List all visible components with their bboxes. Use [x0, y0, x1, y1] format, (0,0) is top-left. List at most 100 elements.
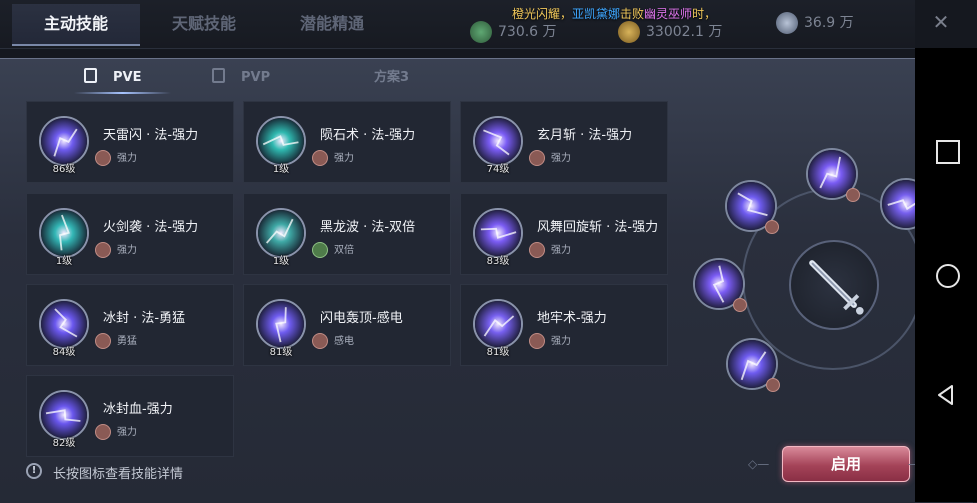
broadcast-suffix: 时， — [692, 7, 717, 21]
ice-blood-skill-icon[interactable] — [39, 390, 89, 440]
skill-level: 82级 — [52, 438, 76, 449]
skill-tag-label: 强力 — [551, 245, 571, 256]
subtab-pvp-label: PVP — [241, 70, 271, 85]
skill-tag: 强力 — [529, 333, 571, 351]
tag-emblem-icon — [95, 333, 111, 349]
skill-tag-label: 强力 — [551, 336, 571, 347]
hint-text: 长按图标查看技能详情 — [53, 467, 184, 482]
tab-talent-skills[interactable]: 天赋技能 — [140, 4, 268, 44]
skill-tag-label: 强力 — [117, 153, 137, 164]
ice-seal-skill-icon[interactable] — [39, 299, 89, 349]
subtab-pve[interactable]: PVE — [70, 64, 200, 94]
tag-emblem-icon — [95, 424, 111, 440]
skill-card[interactable]: 83级 风舞回旋斩 · 法-强力强力 — [460, 193, 668, 275]
home-icon[interactable] — [936, 264, 960, 288]
document-icon — [84, 68, 97, 83]
tag-emblem-icon — [95, 150, 111, 166]
subtab-pve-label: PVE — [113, 70, 142, 85]
subtab-plan3[interactable]: 方案3 — [374, 64, 409, 94]
skill-level: 1级 — [272, 164, 290, 175]
resource-crystal-value: 36.9 万 — [804, 15, 854, 31]
crescent-skill-icon[interactable] — [473, 116, 523, 166]
skill-level: 83级 — [486, 256, 510, 267]
skill-name: 黑龙波 · 法-双倍 — [320, 220, 416, 235]
skill-card[interactable]: 1级 黑龙波 · 法-双倍双倍 — [243, 193, 451, 275]
skill-tag: 双倍 — [312, 242, 354, 260]
skill-level: 1级 — [272, 256, 290, 267]
crystal-icon — [776, 12, 798, 34]
skill-tag-label: 强力 — [551, 153, 571, 164]
skill-card[interactable]: 81级 地牢术-强力强力 — [460, 284, 668, 366]
skill-tag: 强力 — [95, 242, 137, 260]
tag-emblem-icon — [529, 242, 545, 258]
skill-level: 86级 — [52, 164, 76, 175]
thunderstrike-skill-icon[interactable] — [256, 299, 306, 349]
skill-name: 闪电轰顶-感电 — [320, 311, 403, 326]
recent-apps-icon[interactable] — [936, 140, 960, 164]
close-icon[interactable]: ✕ — [927, 8, 955, 36]
skill-tag-label: 强力 — [117, 245, 137, 256]
resource-gold-value: 33002.1 万 — [646, 24, 723, 40]
skill-level: 84级 — [52, 347, 76, 358]
skill-card[interactable]: 1级 火剑袭 · 法-强力 强力 — [26, 193, 234, 275]
tag-emblem-icon — [312, 150, 328, 166]
tag-emblem-icon — [733, 298, 747, 312]
tag-emblem-icon — [766, 378, 780, 392]
skill-name: 冰封 · 法-勇猛 — [103, 311, 186, 326]
broadcast-prefix: 橙光闪耀， — [512, 7, 573, 21]
top-bar: 主动技能 天赋技能 潜能精通 橙光闪耀，亚凯黛娜击败幽灵巫师时， 730.6 万… — [0, 0, 949, 49]
broadcast-player: 亚凯黛娜 — [572, 7, 621, 21]
skill-tag-label: 感电 — [334, 336, 354, 347]
info-icon: ! — [26, 463, 42, 479]
subtab-plan3-label: 方案3 — [374, 70, 410, 85]
tab-potential-mastery[interactable]: 潜能精通 — [268, 4, 396, 44]
broadcast-verb: 击败 — [620, 7, 645, 21]
skill-tag-label: 强力 — [334, 153, 354, 164]
gold-icon — [618, 21, 640, 43]
tag-emblem-icon — [312, 333, 328, 349]
resource-jade: 730.6 万 — [470, 20, 557, 44]
skill-tag: 强力 — [95, 150, 137, 168]
skill-level: 1级 — [55, 256, 73, 267]
back-icon[interactable] — [934, 383, 958, 407]
fire-sword-skill-icon[interactable] — [39, 208, 89, 258]
resource-gold: 33002.1 万 — [618, 20, 722, 44]
sword-icon — [809, 260, 864, 315]
skill-level: 81级 — [486, 347, 510, 358]
skill-card[interactable]: 84级 冰封 · 法-勇猛勇猛 — [26, 284, 234, 366]
skill-card[interactable]: 1级 陨石术 · 法-强力强力 — [243, 101, 451, 183]
skill-card[interactable]: 86级 天雷闪 · 法-强力强力 — [26, 101, 234, 183]
skill-name: 地牢术-强力 — [537, 311, 607, 326]
meteor-skill-icon[interactable] — [256, 116, 306, 166]
skill-level: 81级 — [269, 347, 293, 358]
dungeon-skill-icon[interactable] — [473, 299, 523, 349]
weapon-slot[interactable] — [789, 240, 879, 330]
skill-tag-label: 强力 — [117, 427, 137, 438]
dragon-skill-icon[interactable] — [256, 208, 306, 258]
skill-tag: 强力 — [95, 424, 137, 442]
tag-emblem-icon — [765, 220, 779, 234]
document-icon — [212, 68, 225, 83]
lightning-skill-icon[interactable] — [39, 116, 89, 166]
whirlwind-skill-icon[interactable] — [473, 208, 523, 258]
tab-active-skills[interactable]: 主动技能 — [12, 4, 140, 46]
ornament-left-icon: ◇— — [748, 457, 770, 471]
tag-emblem-icon — [529, 150, 545, 166]
skill-name: 风舞回旋斩 · 法-强力 — [537, 220, 659, 235]
resource-crystal: 36.9 万 — [776, 11, 854, 35]
apply-button[interactable]: 启用 — [782, 446, 910, 482]
tag-emblem-icon — [95, 242, 111, 258]
skill-name: 天雷闪 · 法-强力 — [103, 128, 199, 143]
skill-tag: 强力 — [529, 150, 571, 168]
broadcast-monster: 幽灵巫师 — [644, 7, 693, 21]
skill-card[interactable]: 82级 冰封血-强力 强力 — [26, 375, 234, 457]
skill-name: 陨石术 · 法-强力 — [320, 128, 416, 143]
skill-tag: 感电 — [312, 333, 354, 351]
subtab-pvp[interactable]: PVP — [212, 64, 270, 94]
skill-card[interactable]: 74级 玄月斩 · 法-强力 强力 — [460, 101, 668, 183]
jade-icon — [470, 21, 492, 43]
skill-tag-label: 勇猛 — [117, 336, 137, 347]
skill-card[interactable]: 81级 闪电轰顶-感电感电 — [243, 284, 451, 366]
tag-emblem-icon — [846, 188, 860, 202]
tag-emblem-icon — [529, 333, 545, 349]
